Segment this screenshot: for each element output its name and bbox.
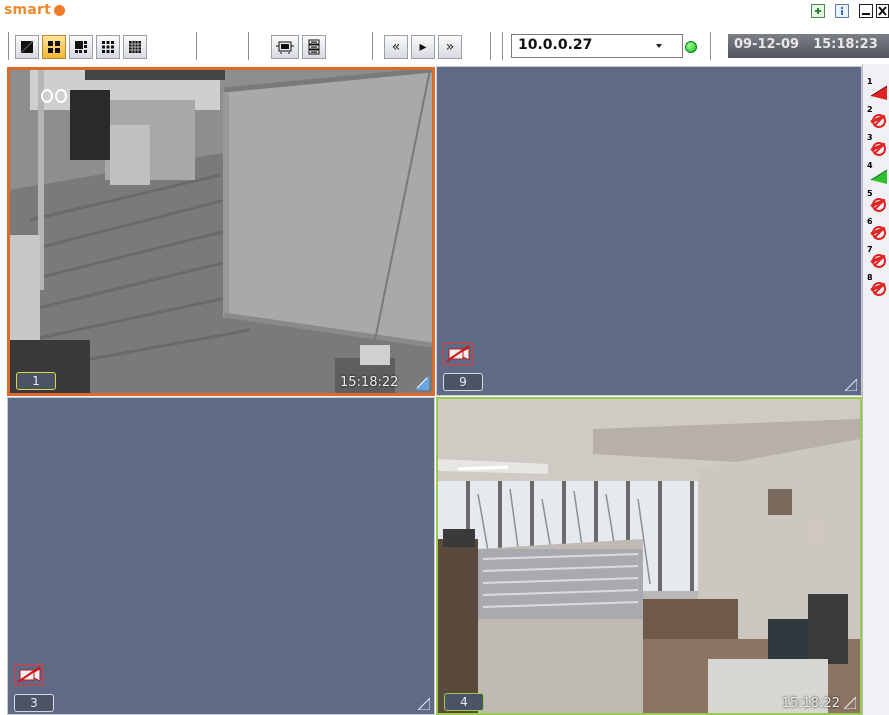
channel-item-2[interactable]: 2 xyxy=(865,105,889,130)
toolbar-separator xyxy=(490,32,491,60)
layout-2x2-button[interactable] xyxy=(42,35,66,59)
camera-number-badge: 9 xyxy=(443,373,483,391)
channel-number: 5 xyxy=(867,189,873,198)
no-signal-camera-icon xyxy=(443,343,473,365)
camera-feed-1[interactable]: 15:18:22 1 xyxy=(7,67,435,396)
camera-1-image xyxy=(10,70,432,393)
toolbar-separator xyxy=(248,32,249,60)
fast-forward-button[interactable]: » xyxy=(438,35,462,59)
layout-4x4-button[interactable] xyxy=(123,35,147,59)
camera-feed-3[interactable]: 3 xyxy=(7,397,435,715)
video-grid: 15:18:22 1 9 3 15:18:22 4 xyxy=(0,64,862,715)
clock-time: 15:18:23 xyxy=(813,37,878,52)
camera-strip-button[interactable] xyxy=(271,35,299,59)
resize-corner-icon[interactable] xyxy=(845,379,857,391)
resize-corner-icon[interactable] xyxy=(418,698,430,710)
channel-number: 4 xyxy=(867,161,873,170)
logo-text: smart xyxy=(4,2,51,18)
view-buttons xyxy=(271,34,326,60)
layout-sixteen-icon xyxy=(129,41,141,53)
minimize-icon[interactable] xyxy=(859,4,873,18)
camera-tree-button[interactable] xyxy=(302,35,326,59)
channel-item-3[interactable]: 3 xyxy=(865,133,889,158)
layout-1x1-button[interactable] xyxy=(15,35,39,59)
camera-feed-4[interactable]: 15:18:22 4 xyxy=(436,397,862,715)
logo-mark-icon xyxy=(53,4,65,16)
info-icon[interactable] xyxy=(835,4,849,18)
channel-number: 3 xyxy=(867,133,873,142)
channel-number: 6 xyxy=(867,217,873,226)
close-icon[interactable] xyxy=(876,4,889,18)
toolbar-separator xyxy=(196,32,197,60)
clock-date: 09-12-09 xyxy=(734,37,800,52)
channel-item-6[interactable]: 6 xyxy=(865,217,889,242)
channel-item-4[interactable]: 4 xyxy=(865,161,889,186)
play-button[interactable]: ▸ xyxy=(411,35,435,59)
fullscreen-icon[interactable] xyxy=(811,4,825,18)
motion-indicator-icon xyxy=(41,89,67,103)
layout-single-icon xyxy=(20,40,34,54)
channel-number: 7 xyxy=(867,245,873,254)
layout-nine-icon xyxy=(102,41,114,53)
layout-quad-icon xyxy=(48,41,60,53)
resize-corner-icon[interactable] xyxy=(415,376,429,390)
channel-item-8[interactable]: 8 xyxy=(865,273,889,298)
camera-number-badge: 4 xyxy=(444,693,484,711)
toolbar-separator xyxy=(8,32,9,60)
camera-number-badge: 3 xyxy=(14,694,54,712)
connection-status-icon xyxy=(685,41,697,53)
toolbar-separator xyxy=(502,32,503,60)
channel-item-1[interactable]: 1 xyxy=(865,77,889,102)
camera-timestamp: 15:18:22 xyxy=(340,375,399,390)
camera-strip-icon xyxy=(276,41,294,54)
channel-item-5[interactable]: 5 xyxy=(865,189,889,214)
no-signal-camera-icon xyxy=(14,664,44,686)
layout-1plus5-button[interactable] xyxy=(69,35,93,59)
clock-display: 09-12-09 15:18:23 xyxy=(728,34,889,58)
channel-number: 2 xyxy=(867,105,873,114)
resize-corner-icon[interactable] xyxy=(844,697,856,709)
app-logo: smart xyxy=(4,0,65,20)
server-address-value: 10.0.0.27 xyxy=(518,37,593,53)
camera-4-image xyxy=(438,399,860,713)
camera-number-badge: 1 xyxy=(16,372,56,390)
channel-item-7[interactable]: 7 xyxy=(865,245,889,270)
channel-number: 8 xyxy=(867,273,873,282)
toolbar-separator xyxy=(372,32,373,60)
channel-status-panel: 1 2 3 4 5 6 7 8 xyxy=(862,64,889,715)
toolbar-separator xyxy=(710,32,711,60)
playback-buttons: « ▸ » xyxy=(384,34,462,60)
chevron-down-icon[interactable] xyxy=(654,38,668,54)
layout-1plus5-icon xyxy=(75,41,87,53)
camera-timestamp: 15:18:22 xyxy=(781,696,840,711)
layout-buttons xyxy=(15,34,147,60)
channel-number: 1 xyxy=(867,77,873,86)
camera-feed-9[interactable]: 9 xyxy=(436,66,862,396)
rewind-button[interactable]: « xyxy=(384,35,408,59)
camera-tree-icon xyxy=(308,39,320,55)
layout-3x3-button[interactable] xyxy=(96,35,120,59)
